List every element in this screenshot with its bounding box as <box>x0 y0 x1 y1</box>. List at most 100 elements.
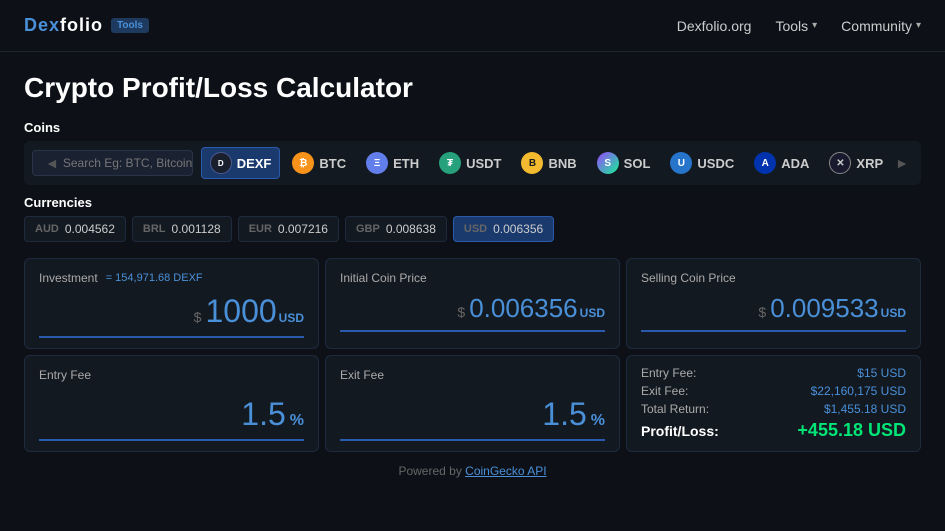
selling-coin-price-card: Selling Coin Price $ 0.009533 USD <box>626 258 921 349</box>
eur-value: 0.007216 <box>278 222 328 236</box>
selling-price-dollar: $ <box>758 304 766 320</box>
investment-label: Investment = 154,971.68 DEXF <box>39 271 304 285</box>
coin-eth[interactable]: Ξ ETH <box>358 148 427 178</box>
total-return-value: $1,455.18 USD <box>824 402 906 416</box>
coins-row: ◄ D DEXF ₿ BTC Ξ ETH ₮ USDT B BNB <box>24 141 921 185</box>
coin-label-usdc: USDC <box>697 156 734 171</box>
coin-btc[interactable]: ₿ BTC <box>284 148 354 178</box>
entry-fee-result-line: Entry Fee: $15 USD <box>641 366 906 380</box>
calculator-grid-bottom: Entry Fee 1.5 % Exit Fee 1.5 % Entry Fee… <box>24 355 921 452</box>
coingecko-api-link[interactable]: CoinGecko API <box>465 464 546 478</box>
usd-value: 0.006356 <box>493 222 543 236</box>
bnb-icon: B <box>521 152 543 174</box>
selling-price-unit: USD <box>881 306 906 320</box>
usdc-icon: U <box>670 152 692 174</box>
nav-tools[interactable]: Tools ▾ <box>775 18 817 34</box>
search-input[interactable] <box>63 156 193 170</box>
eur-label: EUR <box>249 223 272 235</box>
logo-area: Dexfolio Tools <box>24 15 149 36</box>
coin-label-sol: SOL <box>624 156 651 171</box>
coin-label-eth: ETH <box>393 156 419 171</box>
exit-fee-value-row: 1.5 % <box>340 396 605 441</box>
currency-eur[interactable]: EUR 0.007216 <box>238 216 339 242</box>
coin-bnb[interactable]: B BNB <box>513 148 584 178</box>
entry-fee-result-label: Entry Fee: <box>641 366 696 380</box>
exit-fee-result-line: Exit Fee: $22,160,175 USD <box>641 384 906 398</box>
initial-price-value: 0.006356 <box>469 293 577 324</box>
total-return-result-line: Total Return: $1,455.18 USD <box>641 402 906 416</box>
selling-price-label: Selling Coin Price <box>641 271 906 285</box>
search-input-wrap[interactable]: ◄ <box>32 150 193 176</box>
initial-coin-price-card: Initial Coin Price $ 0.006356 USD <box>325 258 620 349</box>
investment-unit: USD <box>279 311 304 325</box>
result-card: Entry Fee: $15 USD Exit Fee: $22,160,175… <box>626 355 921 452</box>
entry-fee-card: Entry Fee 1.5 % <box>24 355 319 452</box>
currency-gbp[interactable]: GBP 0.008638 <box>345 216 447 242</box>
btc-icon: ₿ <box>292 152 314 174</box>
initial-price-value-row: $ 0.006356 USD <box>340 293 605 332</box>
ada-icon: A <box>754 152 776 174</box>
usd-label: USD <box>464 223 487 235</box>
sol-icon: S <box>597 152 619 174</box>
coin-label-xrp: XRP <box>856 156 883 171</box>
coin-xrp[interactable]: ✕ XRP <box>821 148 891 178</box>
brl-label: BRL <box>143 223 166 235</box>
nav-community[interactable]: Community ▾ <box>841 18 921 34</box>
coin-usdc[interactable]: U USDC <box>662 148 742 178</box>
initial-price-label: Initial Coin Price <box>340 271 605 285</box>
entry-fee-unit: % <box>290 412 304 430</box>
coin-list: D DEXF ₿ BTC Ξ ETH ₮ USDT B BNB S SOL <box>201 147 891 179</box>
currencies-row: AUD 0.004562 BRL 0.001128 EUR 0.007216 G… <box>24 216 921 242</box>
navigation: Dexfolio Tools Dexfolio.org Tools ▾ Comm… <box>0 0 945 52</box>
investment-value: 1000 <box>205 293 276 330</box>
coins-section-label: Coins <box>24 120 921 135</box>
currency-usd[interactable]: USD 0.006356 <box>453 216 554 242</box>
coin-label-dexf: DEXF <box>237 156 272 171</box>
exit-fee-result-value: $22,160,175 USD <box>811 384 906 398</box>
profit-loss-label: Profit/Loss: <box>641 423 719 439</box>
gbp-label: GBP <box>356 223 380 235</box>
logo-accent: Dex <box>24 15 60 35</box>
coin-dexf[interactable]: D DEXF <box>201 147 281 179</box>
entry-fee-value-row: 1.5 % <box>39 396 304 441</box>
exit-fee-unit: % <box>591 412 605 430</box>
footer: Powered by CoinGecko API <box>24 452 921 484</box>
nav-links: Dexfolio.org Tools ▾ Community ▾ <box>677 18 921 34</box>
calculator-grid-top: Investment = 154,971.68 DEXF $ 1000 USD … <box>24 258 921 349</box>
chevron-down-icon: ▾ <box>916 20 921 31</box>
initial-price-unit: USD <box>580 306 605 320</box>
coin-label-btc: BTC <box>319 156 346 171</box>
arrow-left-icon[interactable]: ◄ <box>41 155 63 171</box>
profit-loss-line: Profit/Loss: +455.18 USD <box>641 420 906 441</box>
dexf-icon: D <box>210 152 232 174</box>
brl-value: 0.001128 <box>172 222 221 236</box>
nav-dexfolio[interactable]: Dexfolio.org <box>677 18 752 34</box>
coin-sol[interactable]: S SOL <box>589 148 659 178</box>
main-content: Crypto Profit/Loss Calculator Coins ◄ D … <box>0 52 945 494</box>
tools-badge: Tools <box>111 18 149 33</box>
chevron-down-icon: ▾ <box>812 20 817 31</box>
coin-label-ada: ADA <box>781 156 809 171</box>
currency-aud[interactable]: AUD 0.004562 <box>24 216 126 242</box>
page-title: Crypto Profit/Loss Calculator <box>24 72 921 104</box>
coin-ada[interactable]: A ADA <box>746 148 817 178</box>
entry-fee-label: Entry Fee <box>39 368 304 382</box>
investment-dollar: $ <box>194 309 202 325</box>
usdt-icon: ₮ <box>439 152 461 174</box>
selling-price-value-row: $ 0.009533 USD <box>641 293 906 332</box>
arrow-right-icon[interactable]: ► <box>891 155 913 171</box>
coin-label-usdt: USDT <box>466 156 501 171</box>
investment-card: Investment = 154,971.68 DEXF $ 1000 USD <box>24 258 319 349</box>
currencies-section-label: Currencies <box>24 195 921 210</box>
exit-fee-label: Exit Fee <box>340 368 605 382</box>
total-return-label: Total Return: <box>641 402 709 416</box>
eth-icon: Ξ <box>366 152 388 174</box>
investment-sublabel: = 154,971.68 DEXF <box>106 272 203 284</box>
coin-usdt[interactable]: ₮ USDT <box>431 148 509 178</box>
entry-fee-value: 1.5 <box>241 396 285 433</box>
gbp-value: 0.008638 <box>386 222 436 236</box>
aud-value: 0.004562 <box>65 222 115 236</box>
currency-brl[interactable]: BRL 0.001128 <box>132 216 232 242</box>
exit-fee-result-label: Exit Fee: <box>641 384 688 398</box>
entry-fee-result-value: $15 USD <box>857 366 906 380</box>
